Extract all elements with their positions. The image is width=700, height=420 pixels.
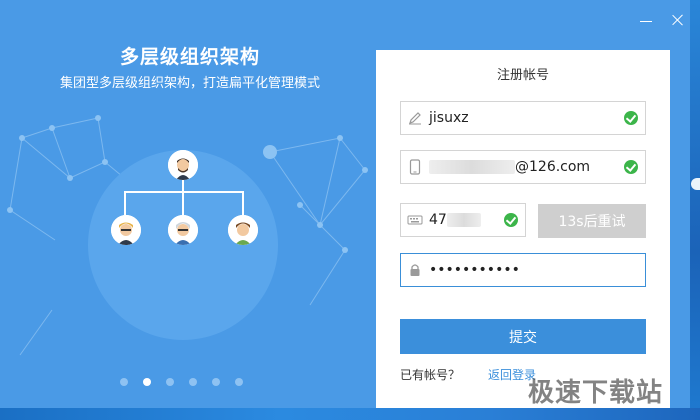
valid-check-icon <box>504 213 518 227</box>
org-connector <box>182 191 184 215</box>
taskbar <box>0 408 700 420</box>
phone-icon <box>401 151 429 183</box>
code-prefix: 47 <box>429 212 447 228</box>
carousel-dot[interactable] <box>235 378 243 386</box>
username-value: jisuxz <box>429 110 469 126</box>
org-connector <box>124 191 244 193</box>
org-connector <box>124 191 126 215</box>
avatar-icon-member-3 <box>228 215 258 245</box>
submit-button[interactable]: 提交 <box>400 319 646 354</box>
carousel-dot[interactable] <box>166 378 174 386</box>
carousel-dots <box>120 378 243 386</box>
hero-subtitle: 集团型多层级组织架构，打造扁平化管理模式 <box>59 76 320 91</box>
org-connector <box>182 178 184 192</box>
has-account-label: 已有帐号？ <box>400 368 461 382</box>
form-title: 注册帐号 <box>496 68 549 83</box>
avatar-icon-manager <box>168 150 198 180</box>
avatar-icon-member-1 <box>111 215 141 245</box>
org-connector <box>242 191 244 215</box>
lock-icon <box>401 254 429 286</box>
verification-code-field[interactable]: 47 <box>400 203 526 237</box>
carousel-dot[interactable] <box>212 378 220 386</box>
resend-code-button[interactable]: 13s后重试 <box>538 204 646 238</box>
email-suffix: @126.com <box>515 159 591 175</box>
carousel-dot-active[interactable] <box>143 378 151 386</box>
pencil-icon <box>401 102 429 134</box>
watermark-text: 极速下载站 <box>528 378 664 408</box>
valid-check-icon <box>624 160 638 174</box>
close-icon[interactable] <box>672 14 684 26</box>
blurred-text <box>429 160 515 174</box>
avatar-icon-member-2 <box>168 215 198 245</box>
register-card: 注册帐号 jisuxz @126.com 47 13s后重试 •••••••••… <box>376 50 670 420</box>
carousel-dot[interactable] <box>120 378 128 386</box>
window-controls <box>640 14 684 26</box>
register-window: 多层级组织架构 集团型多层级组织架构，打造扁平化管理模式 注册帐号 jisuxz… <box>0 0 690 420</box>
carousel-dot[interactable] <box>189 378 197 386</box>
password-value: ••••••••••• <box>429 262 520 278</box>
desktop-icon <box>691 178 700 190</box>
valid-check-icon <box>624 111 638 125</box>
keyboard-icon <box>401 204 429 236</box>
email-field[interactable]: @126.com <box>400 150 646 184</box>
minimize-icon[interactable] <box>640 14 652 26</box>
username-field[interactable]: jisuxz <box>400 101 646 135</box>
hero-title: 多层级组织架构 <box>119 46 260 68</box>
email-value: @126.com <box>429 159 624 175</box>
blurred-text <box>446 213 481 227</box>
password-field[interactable]: ••••••••••• <box>400 253 646 287</box>
code-value: 47 <box>429 212 504 228</box>
